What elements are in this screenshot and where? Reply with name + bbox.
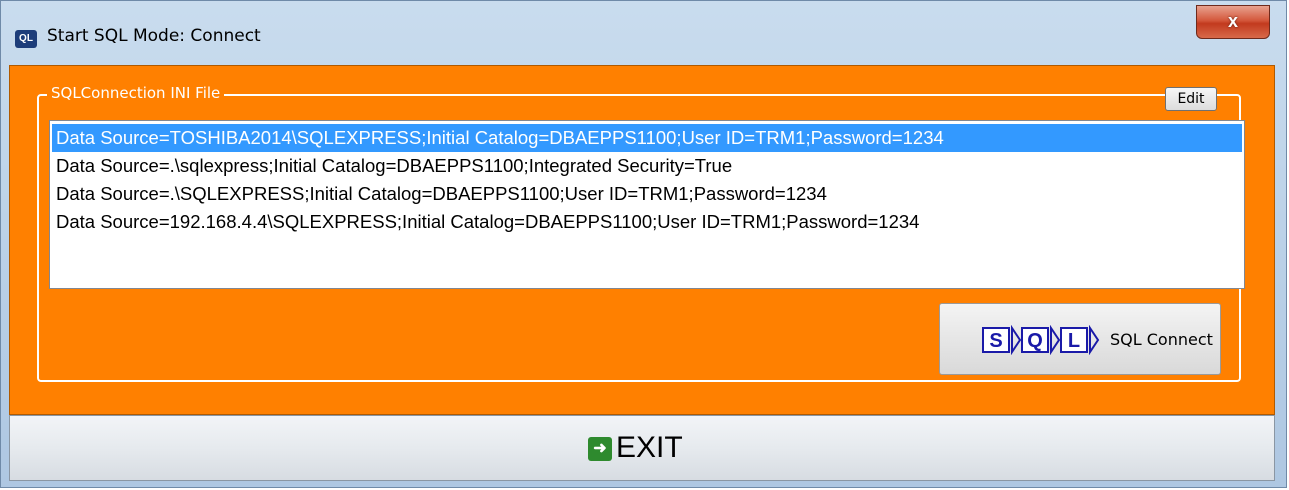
sql-logo-letter-l: L [1068,330,1080,352]
sql-connect-label: SQL Connect [1110,330,1213,349]
connection-panel: SQLConnection INI File Edit Data Source=… [9,65,1275,415]
groupbox-label: SQLConnection INI File [47,84,225,102]
connection-item[interactable]: Data Source=.\sqlexpress;Initial Catalog… [52,152,1242,180]
connection-item[interactable]: Data Source=.\SQLEXPRESS;Initial Catalog… [52,180,1242,208]
ini-file-groupbox: SQLConnection INI File Edit Data Source=… [37,84,1245,382]
app-icon: QL [15,30,37,48]
edit-button[interactable]: Edit [1165,87,1217,111]
sql-logo-letter-s: S [989,330,1002,352]
connection-item[interactable]: Data Source=192.168.4.4\SQLEXPRESS;Initi… [52,208,1242,236]
connection-list[interactable]: Data Source=TOSHIBA2014\SQLEXPRESS;Initi… [49,120,1245,289]
sql-logo-letter-q: Q [1027,330,1043,352]
exit-label: EXIT [616,431,683,464]
sql-logo-icon: S Q L [982,325,1100,355]
window-title: Start SQL Mode: Connect [47,26,261,46]
exit-arrow-icon: ➜ [588,437,612,461]
exit-button[interactable]: ➜ EXIT [9,415,1275,481]
dialog-window: QL Start SQL Mode: Connect x SQLConnecti… [0,0,1287,488]
title-bar[interactable]: QL Start SQL Mode: Connect x [1,1,1286,63]
connection-item[interactable]: Data Source=TOSHIBA2014\SQLEXPRESS;Initi… [52,124,1242,152]
sql-connect-button[interactable]: S Q L SQL Connect [939,303,1221,375]
close-button[interactable]: x [1196,5,1270,39]
